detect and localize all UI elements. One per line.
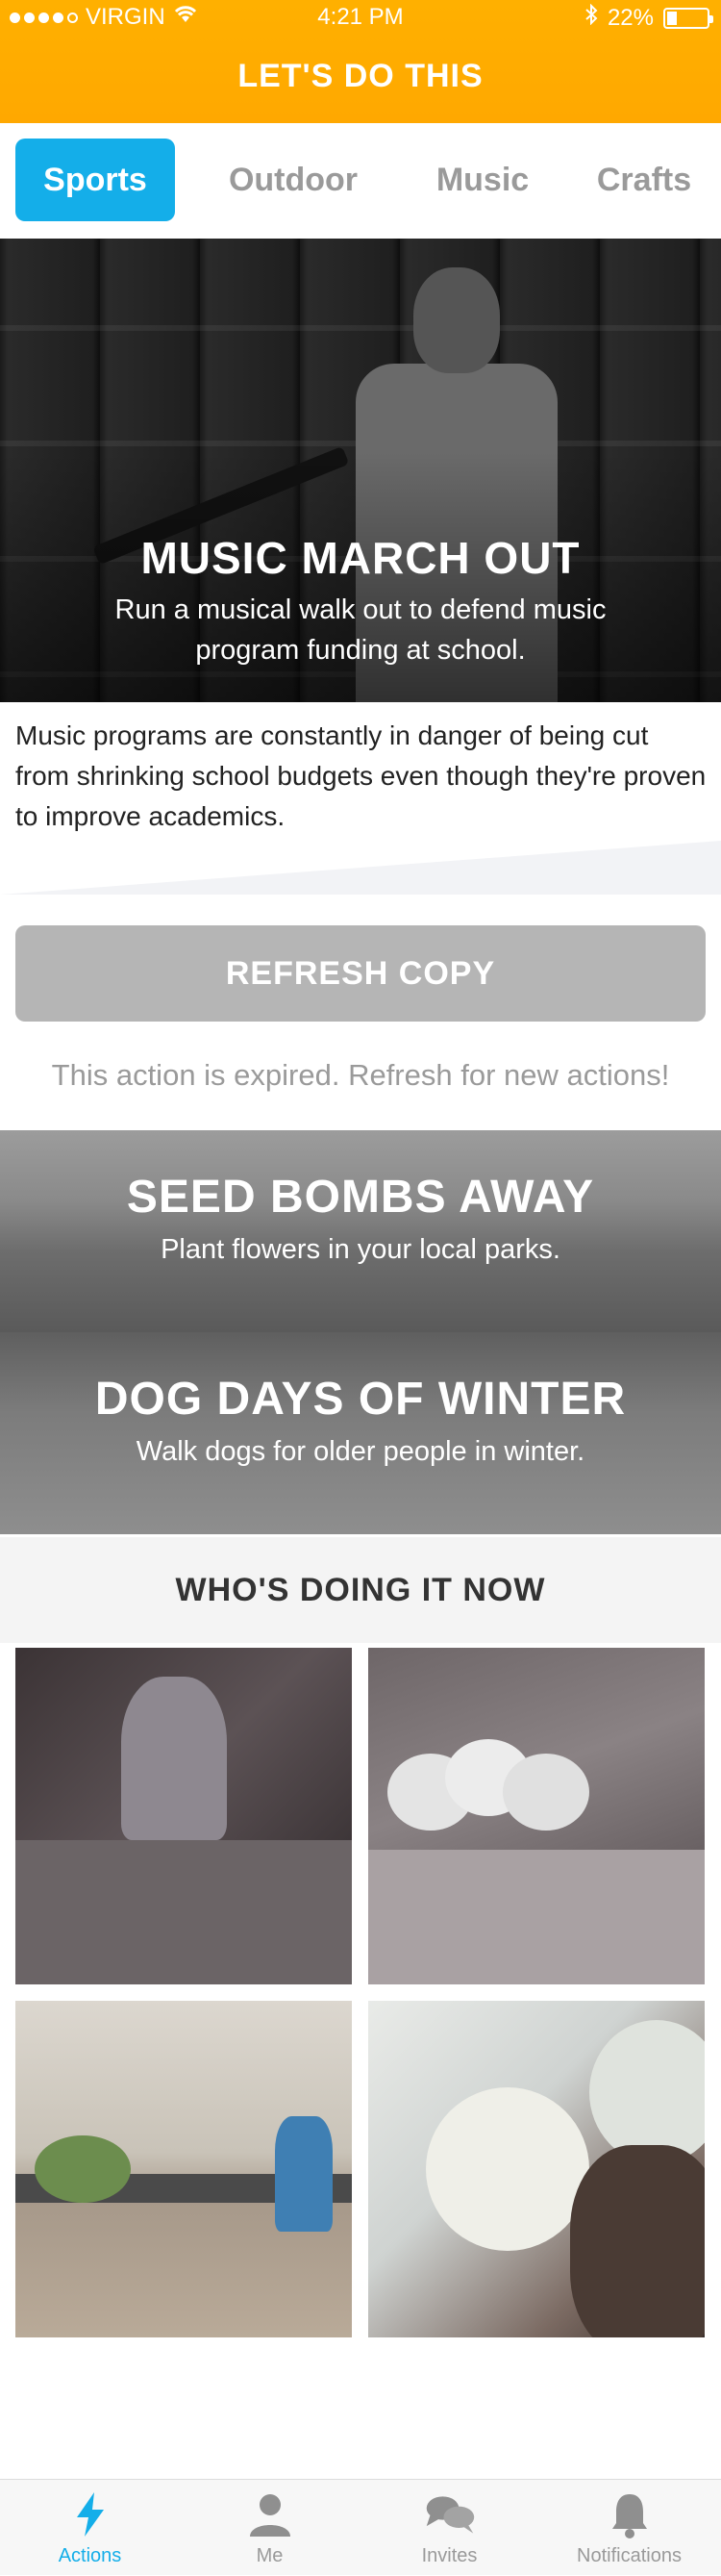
hero-subtitle: Run a musical walk out to defend music p… <box>114 594 607 666</box>
refresh-copy-button[interactable]: REFRESH COPY <box>15 925 706 1022</box>
nav-label: Notifications <box>577 2545 682 2566</box>
section-heading-who: WHO'S DOING IT NOW <box>0 1537 721 1643</box>
tab-outdoor[interactable]: Outdoor <box>204 139 383 221</box>
action-card-image <box>0 1332 721 1534</box>
status-right: 22% <box>584 3 713 32</box>
action-card-image <box>0 1130 721 1332</box>
action-card-seed-bombs[interactable]: SEED BOMBS AWAY Plant flowers in your lo… <box>0 1130 721 1332</box>
tab-music[interactable]: Music <box>404 139 561 221</box>
action-card-subtitle: Walk dogs for older people in winter. <box>136 1436 585 1467</box>
nav-label: Invites <box>421 2545 478 2566</box>
battery-percent: 22% <box>607 4 654 31</box>
battery-icon <box>663 7 713 29</box>
action-description: Music programs are constantly in danger … <box>15 720 707 831</box>
bottom-tab-bar: Actions Me Invites Notifications <box>0 2479 721 2575</box>
person-icon <box>243 2488 297 2541</box>
community-photo[interactable] <box>368 1648 705 1984</box>
action-card-dog-days[interactable]: DOG DAYS OF WINTER Walk dogs for older p… <box>0 1332 721 1534</box>
hero-action-card[interactable]: MUSIC MARCH OUT Run a musical walk out t… <box>0 239 721 702</box>
bell-icon <box>603 2488 657 2541</box>
tab-crafts[interactable]: Crafts <box>577 139 711 221</box>
nav-label: Actions <box>58 2545 122 2566</box>
category-tabs: Sports Outdoor Music Crafts <box>0 123 721 239</box>
community-photo[interactable] <box>15 2001 352 2337</box>
expired-message: This action is expired. Refresh for new … <box>51 1058 670 1092</box>
community-photo[interactable] <box>15 1648 352 1984</box>
page-title: LET'S DO THIS <box>237 58 484 94</box>
status-bar: VIRGIN 4:21 PM 22% <box>0 0 721 35</box>
app-header: VIRGIN 4:21 PM 22% LET'S DO THIS <box>0 0 721 123</box>
nav-me[interactable]: Me <box>180 2488 360 2576</box>
action-card-title: SEED BOMBS AWAY <box>126 1172 595 1223</box>
hero-title: MUSIC MARCH OUT <box>140 533 581 583</box>
action-card-subtitle: Plant flowers in your local parks. <box>161 1234 560 1265</box>
community-photo[interactable] <box>368 2001 705 2337</box>
chat-bubbles-icon <box>423 2488 477 2541</box>
bluetooth-icon <box>584 3 598 32</box>
nav-notifications[interactable]: Notifications <box>539 2488 719 2576</box>
nav-actions[interactable]: Actions <box>0 2488 180 2576</box>
nav-invites[interactable]: Invites <box>360 2488 539 2576</box>
action-card-title: DOG DAYS OF WINTER <box>94 1374 627 1425</box>
tab-sports[interactable]: Sports <box>15 139 175 221</box>
nav-label: Me <box>256 2545 284 2566</box>
description-section: Music programs are constantly in danger … <box>0 702 721 895</box>
lightning-icon <box>63 2488 117 2541</box>
